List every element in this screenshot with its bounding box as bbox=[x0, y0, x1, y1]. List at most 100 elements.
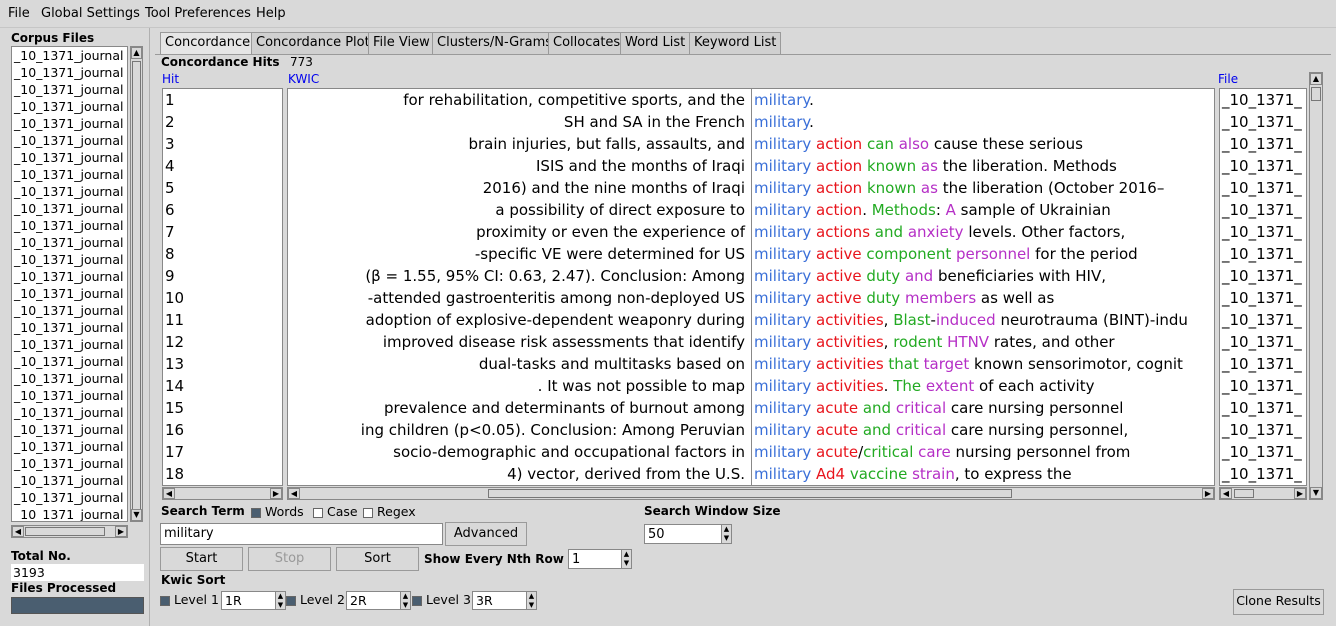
kwic-right-context[interactable]: military activities, rodent HTNV rates, … bbox=[752, 331, 1214, 353]
corpus-vertical-scrollbar[interactable]: ▲ ▼ bbox=[130, 46, 143, 522]
scroll-left-icon[interactable]: ◀ bbox=[12, 526, 24, 537]
search-window-size-input[interactable]: 50 bbox=[644, 524, 732, 544]
hit-number[interactable]: 2 bbox=[163, 111, 282, 133]
kwic-right-context[interactable]: military. bbox=[752, 111, 1214, 133]
file-name[interactable]: _10_1371_ bbox=[1220, 265, 1306, 287]
scroll-down-icon[interactable]: ▼ bbox=[1310, 487, 1322, 499]
corpus-file-item[interactable]: _10_1371_journal bbox=[12, 404, 127, 421]
file-name[interactable]: _10_1371_ bbox=[1220, 419, 1306, 441]
spinner-arrows-icon[interactable]: ▲ ▼ bbox=[275, 592, 285, 609]
tab-clusters-ngrams[interactable]: Clusters/N-Grams bbox=[432, 32, 558, 54]
corpus-file-item[interactable]: _10_1371_journal bbox=[12, 353, 127, 370]
checkbox-checked-icon[interactable] bbox=[286, 595, 296, 606]
kwic-right-context[interactable]: military action known as the liberation … bbox=[752, 177, 1214, 199]
corpus-file-item[interactable]: _10_1371_journal bbox=[12, 132, 127, 149]
scroll-right-icon[interactable]: ▶ bbox=[1202, 488, 1214, 499]
results-vertical-scrollbar[interactable]: ▲ ▼ bbox=[1309, 72, 1323, 500]
tab-file-view[interactable]: File View bbox=[368, 32, 435, 54]
left-context[interactable]: (β = 1.55, 95% CI: 0.63, 2.47). Conclusi… bbox=[288, 265, 751, 287]
hit-number[interactable]: 17 bbox=[163, 441, 282, 463]
spinner-arrows-icon[interactable]: ▲ ▼ bbox=[721, 525, 731, 543]
file-name[interactable]: _10_1371_ bbox=[1220, 463, 1306, 485]
file-name[interactable]: _10_1371_ bbox=[1220, 199, 1306, 221]
spinner-arrows-icon[interactable]: ▲ ▼ bbox=[400, 592, 410, 609]
file-name[interactable]: _10_1371_ bbox=[1220, 221, 1306, 243]
corpus-file-item[interactable]: _10_1371_journal bbox=[12, 115, 127, 132]
menu-file[interactable]: File bbox=[8, 6, 30, 21]
corpus-file-item[interactable]: _10_1371_journal bbox=[12, 64, 127, 81]
file-name[interactable]: _10_1371_ bbox=[1220, 89, 1306, 111]
scroll-thumb[interactable] bbox=[25, 527, 105, 536]
scroll-left-icon[interactable]: ◀ bbox=[288, 488, 300, 499]
corpus-file-item[interactable]: _10_1371_journal bbox=[12, 251, 127, 268]
scroll-thumb[interactable] bbox=[132, 61, 141, 513]
search-term-input[interactable]: military bbox=[160, 523, 443, 545]
corpus-file-item[interactable]: _10_1371_journal bbox=[12, 285, 127, 302]
file-name[interactable]: _10_1371_ bbox=[1220, 177, 1306, 199]
scroll-thumb[interactable] bbox=[1311, 87, 1321, 101]
tab-collocates[interactable]: Collocates bbox=[548, 32, 626, 54]
scroll-up-icon[interactable]: ▲ bbox=[131, 47, 142, 59]
corpus-file-item[interactable]: _10_1371_journal bbox=[12, 302, 127, 319]
sort-level-1[interactable]: Level 1 bbox=[160, 592, 219, 607]
left-context[interactable]: proximity or even the experience of bbox=[288, 221, 751, 243]
hit-number[interactable]: 4 bbox=[163, 155, 282, 177]
file-name[interactable]: _10_1371_ bbox=[1220, 309, 1306, 331]
corpus-file-item[interactable]: _10_1371_journal bbox=[12, 472, 127, 489]
corpus-file-item[interactable]: _10_1371_journal bbox=[12, 183, 127, 200]
kwic-right-context[interactable]: military activities, Blast-induced neuro… bbox=[752, 309, 1214, 331]
hit-number[interactable]: 16 bbox=[163, 419, 282, 441]
file-name[interactable]: _10_1371_ bbox=[1220, 441, 1306, 463]
corpus-file-item[interactable]: _10_1371_journal bbox=[12, 98, 127, 115]
tab-word-list[interactable]: Word List bbox=[620, 32, 691, 54]
tab-concordance-plot[interactable]: Concordance Plot bbox=[251, 32, 375, 54]
checkbox-checked-icon[interactable] bbox=[160, 595, 170, 606]
kwic-right-context[interactable]: military acute and critical care nursing… bbox=[752, 419, 1214, 441]
hit-number[interactable]: 8 bbox=[163, 243, 282, 265]
corpus-file-item[interactable]: _10_1371_journal bbox=[12, 421, 127, 438]
tab-keyword-list[interactable]: Keyword List bbox=[689, 32, 782, 54]
corpus-file-item[interactable]: _10_1371_journal bbox=[12, 336, 127, 353]
scroll-down-icon[interactable]: ▼ bbox=[131, 509, 142, 521]
hit-number[interactable]: 14 bbox=[163, 375, 282, 397]
kwic-column-header[interactable]: KWIC bbox=[288, 72, 319, 86]
file-name[interactable]: _10_1371_ bbox=[1220, 331, 1306, 353]
spinner-arrows-icon[interactable]: ▲ ▼ bbox=[621, 550, 631, 568]
file-name-column[interactable]: _10_1371_ _10_1371_ _10_1371_ _10_1371_ _10_… bbox=[1219, 88, 1307, 486]
kwic-right-context[interactable]: military acute and critical care nursing… bbox=[752, 397, 1214, 419]
kwic-right-context[interactable]: military activities. The extent of each … bbox=[752, 375, 1214, 397]
corpus-file-item[interactable]: _10_1371_journal bbox=[12, 200, 127, 217]
file-name[interactable]: _10_1371_ bbox=[1220, 133, 1306, 155]
hit-number[interactable]: 5 bbox=[163, 177, 282, 199]
menu-help[interactable]: Help bbox=[256, 6, 286, 21]
corpus-file-item[interactable]: _10_1371_journal bbox=[12, 506, 127, 521]
start-button[interactable]: Start bbox=[160, 547, 243, 571]
corpus-horizontal-scrollbar[interactable]: ◀ ▶ bbox=[11, 525, 128, 538]
menu-tool-preferences[interactable]: Tool Preferences bbox=[145, 6, 251, 21]
corpus-file-item[interactable]: _10_1371_journal bbox=[12, 370, 127, 387]
hit-number[interactable]: 12 bbox=[163, 331, 282, 353]
left-context[interactable]: socio-demographic and occupational facto… bbox=[288, 441, 751, 463]
scroll-up-icon[interactable]: ▲ bbox=[1310, 73, 1322, 85]
corpus-file-item[interactable]: _10_1371_journal bbox=[12, 268, 127, 285]
sort-level-3[interactable]: Level 3 bbox=[412, 592, 471, 607]
checkbox-unchecked-icon[interactable] bbox=[313, 507, 323, 518]
kwic-right-context[interactable]: military. bbox=[752, 89, 1214, 111]
hit-number-column[interactable]: 1 2 3 4 5 6 7 8 9 10 11 12 13 14 15 16 17 18 bbox=[162, 88, 283, 486]
checkbox-checked-icon[interactable] bbox=[251, 507, 261, 518]
checkbox-unchecked-icon[interactable] bbox=[363, 507, 373, 518]
corpus-file-list[interactable]: _10_1371_journal _10_1371_journal _10_1371… bbox=[11, 46, 128, 522]
hit-number[interactable]: 10 bbox=[163, 287, 282, 309]
kwic-right-context[interactable]: military actions and anxiety levels. Oth… bbox=[752, 221, 1214, 243]
corpus-file-item[interactable]: _10_1371_journal bbox=[12, 149, 127, 166]
scroll-right-icon[interactable]: ▶ bbox=[115, 526, 127, 537]
corpus-file-item[interactable]: _10_1371_journal bbox=[12, 166, 127, 183]
hit-number[interactable]: 13 bbox=[163, 353, 282, 375]
kwic-right-context[interactable]: military active duty members as well as bbox=[752, 287, 1214, 309]
scroll-thumb[interactable] bbox=[488, 489, 1012, 498]
kwic-left-context-column[interactable]: for rehabilitation, competitive sports, … bbox=[287, 88, 751, 486]
kwic-right-context[interactable]: military Ad4 vaccine strain, to express … bbox=[752, 463, 1214, 485]
kwic-right-context[interactable]: military action can also cause these ser… bbox=[752, 133, 1214, 155]
hit-number[interactable]: 11 bbox=[163, 309, 282, 331]
left-context[interactable]: ing children (p<0.05). Conclusion: Among… bbox=[288, 419, 751, 441]
